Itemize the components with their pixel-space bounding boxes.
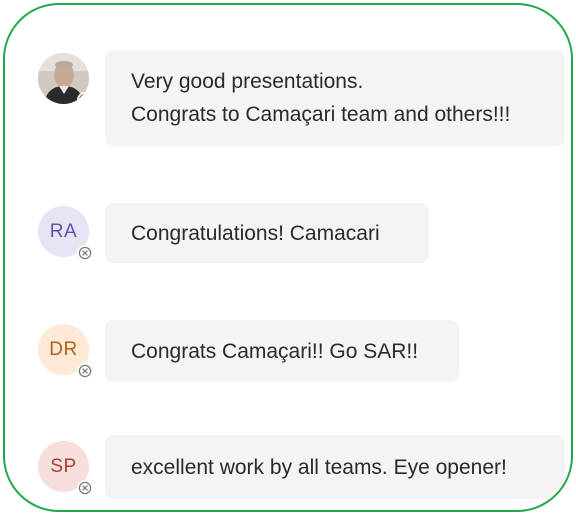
message-text-line: Very good presentations.: [131, 70, 364, 93]
chat-message: SP excellent work by all teams. Eye open…: [5, 435, 571, 505]
message-text-line: Congratulations! Camacari: [131, 221, 380, 245]
presence-badge: [77, 92, 89, 104]
chat-message: Very good presentations. Congrats to Cam…: [5, 5, 571, 146]
offline-presence-icon: [78, 481, 92, 495]
chat-card-frame: Very good presentations. Congrats to Cam…: [3, 3, 573, 512]
presence-badge: [77, 363, 93, 379]
avatar[interactable]: RA: [38, 206, 93, 261]
avatar-initials: RA: [49, 220, 78, 242]
chat-message: RA Congratulations! Camacari: [5, 200, 571, 270]
presence-badge: [77, 480, 93, 496]
chat-message: DR Congrats Camaçari!! Go SAR!!: [5, 317, 571, 387]
avatar[interactable]: [38, 53, 89, 104]
avatar[interactable]: DR: [38, 324, 93, 379]
avatar-initials: SP: [50, 455, 77, 477]
message-text-line: excellent work by all teams. Eye opener!: [131, 455, 507, 479]
offline-presence-icon: [78, 364, 92, 378]
offline-presence-icon: [78, 246, 92, 260]
message-bubble[interactable]: Congratulations! Camacari: [105, 203, 429, 263]
offline-presence-icon: [78, 93, 89, 104]
avatar-initials: DR: [49, 338, 78, 360]
message-bubble[interactable]: Very good presentations. Congrats to Cam…: [105, 50, 565, 146]
message-text-line: Congrats Camaçari!! Go SAR!!: [131, 339, 419, 363]
presence-badge: [77, 245, 93, 261]
message-bubble[interactable]: excellent work by all teams. Eye opener!: [105, 435, 565, 499]
avatar[interactable]: SP: [38, 441, 93, 496]
message-bubble[interactable]: Congrats Camaçari!! Go SAR!!: [105, 320, 459, 382]
message-text-line: Congrats to Camaçari team and others!!!: [131, 103, 511, 126]
